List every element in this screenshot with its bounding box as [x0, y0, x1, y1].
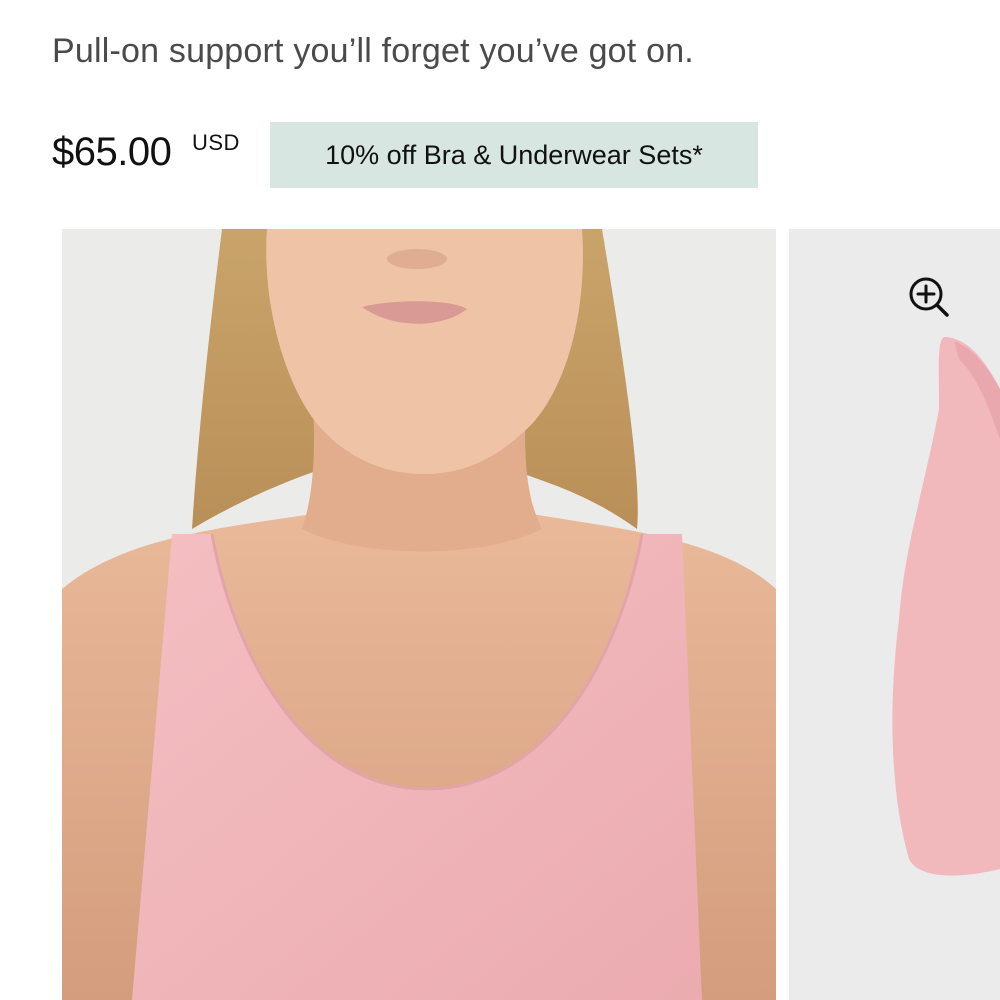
promo-badge: 10% off Bra & Underwear Sets* [270, 122, 758, 188]
product-gallery[interactable] [0, 229, 1000, 1000]
price-row: $65.00 USD 10% off Bra & Underwear Sets* [52, 122, 772, 188]
model-photo [62, 229, 776, 1000]
zoom-in-icon[interactable] [907, 275, 951, 319]
product-price: $65.00 [52, 130, 172, 174]
product-title-cut [52, 0, 752, 10]
product-photo [789, 229, 1000, 1000]
price-currency: USD [192, 130, 240, 155]
zoom-in-glyph [909, 277, 949, 317]
gallery-slide-model[interactable] [62, 229, 776, 1000]
product-subtitle: Pull-on support you’ll forget you’ve got… [52, 32, 694, 70]
gallery-slide-product[interactable] [789, 229, 1000, 1000]
